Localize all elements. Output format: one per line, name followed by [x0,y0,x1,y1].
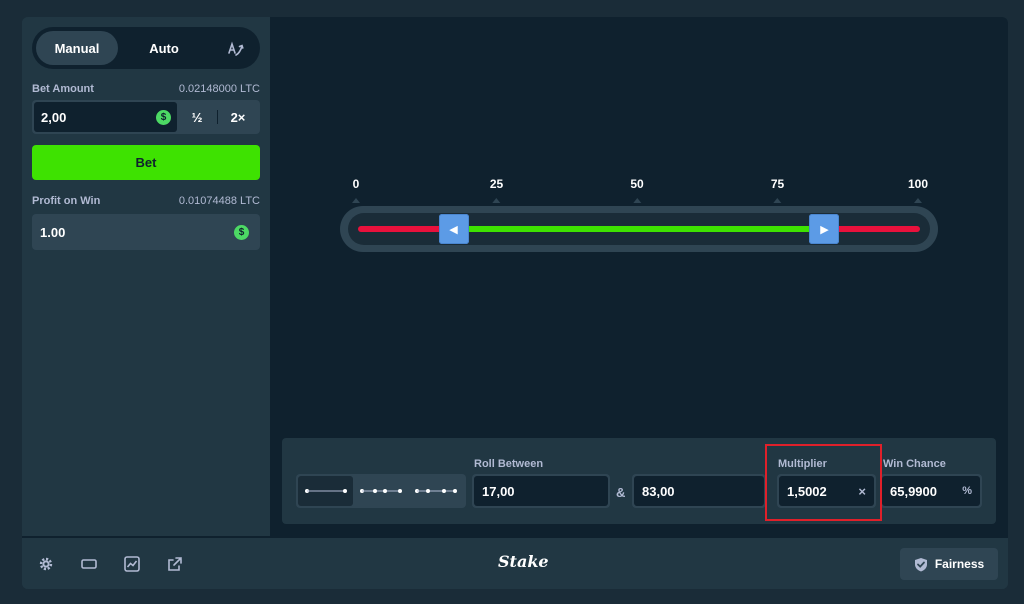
slider-tick-label: 75 [771,177,784,203]
half-bet-button[interactable]: ½ [177,102,217,132]
multiplier-field: × [777,474,876,508]
ampersand-separator: & [616,485,626,500]
single-range-icon [304,489,347,493]
slider-tick-label: 50 [630,177,644,203]
roll-between-label: Roll Between [474,458,544,470]
roll-low-input[interactable] [482,483,600,499]
profit-crypto-value: 0.01074488 LTC [178,195,260,207]
slider-tick-label: 25 [490,177,503,203]
roll-high-field [632,474,766,508]
multiplier-input[interactable] [787,483,859,499]
outside-range-icon [415,489,458,493]
fairness-button[interactable]: Fairness [900,548,998,580]
live-stats-chart-icon[interactable] [122,554,142,574]
slider-tick-notch [914,198,922,203]
bet-amount-label: Bet Amount [32,83,94,95]
auto-strategy-icon[interactable] [226,38,246,58]
settings-gear-icon[interactable] [36,554,56,574]
slider-tick-notch [632,198,641,203]
bet-button[interactable]: Bet [32,145,260,180]
percent-icon: % [962,485,972,497]
footer-bar: Stake Fairness [22,536,1008,589]
slider-tick-label: 0 [352,177,360,203]
between-range-icon [359,489,402,493]
slider-handle-high[interactable]: ▶ [809,214,840,244]
slider-tick-text: 25 [489,177,504,191]
slider-tick-notch [352,198,360,203]
mode-toggle: Manual Auto [32,27,260,69]
dice-game-area: 0 25 50 75 100 ◀ ▶ Roll Between 17,00 & … [270,17,1008,536]
roll-under-mode-button[interactable] [298,476,354,506]
roll-mode-group [296,474,466,508]
profit-on-win-input[interactable] [40,224,234,240]
popout-external-icon[interactable] [165,554,185,574]
roll-outside-mode-button[interactable] [409,476,464,506]
slider-tick-label: 100 [908,177,928,203]
slider-track[interactable]: ◀ ▶ [340,206,938,252]
double-bet-button[interactable]: 2× [218,102,258,132]
win-chance-input[interactable] [890,483,963,499]
multiplier-label: Multiplier [778,458,827,470]
slider-tick-text: 75 [770,177,785,191]
sidebar: Manual Auto Bet Amount 0.02148000 LTC $ … [22,17,270,536]
win-chance-label: Win Chance [883,458,946,470]
slider-tick-notch [773,198,782,203]
slider-ticks: 0 25 50 75 100 [270,177,1008,207]
currency-coin-icon: $ [234,224,249,240]
shield-check-icon [914,557,927,571]
bet-amount-group: $ ½ 2× [32,100,260,134]
auto-tab[interactable]: Auto [118,31,210,65]
win-chance-field: % [880,474,982,508]
roll-high-input[interactable] [642,483,756,499]
roll-low-field [472,474,610,508]
slider-tick-notch [492,198,501,203]
bet-amount-field: $ [34,102,177,132]
bet-amount-input[interactable] [41,109,156,125]
currency-coin-icon: $ [156,109,171,125]
profit-label-row: Profit on Win 0.01074488 LTC [32,193,260,209]
multiplier-x-icon: × [858,483,866,499]
theatre-mode-icon[interactable] [79,554,99,574]
slider-handle-low[interactable]: ◀ [438,214,469,244]
arrow-left-icon: ◀ [449,223,458,236]
win-range-bar [453,226,825,232]
manual-tab[interactable]: Manual [36,31,118,65]
bet-amount-crypto-value: 0.02148000 LTC [178,83,260,95]
slider-tick-text: 50 [630,177,644,191]
slider-tick-text: 100 [907,177,929,191]
roll-between-mode-button[interactable] [353,476,408,506]
controls-panel: Roll Between & Multiplier × Win Chance % [282,438,996,524]
stake-logo: Stake [498,552,549,571]
arrow-right-icon: ▶ [820,223,829,236]
profit-field: $ [32,214,260,250]
profit-on-win-label: Profit on Win [32,195,101,207]
fairness-label: Fairness [934,557,985,571]
game-frame: Manual Auto Bet Amount 0.02148000 LTC $ … [22,17,1008,589]
slider-tick-text: 0 [352,177,360,191]
bet-amount-label-row: Bet Amount 0.02148000 LTC [32,81,260,97]
